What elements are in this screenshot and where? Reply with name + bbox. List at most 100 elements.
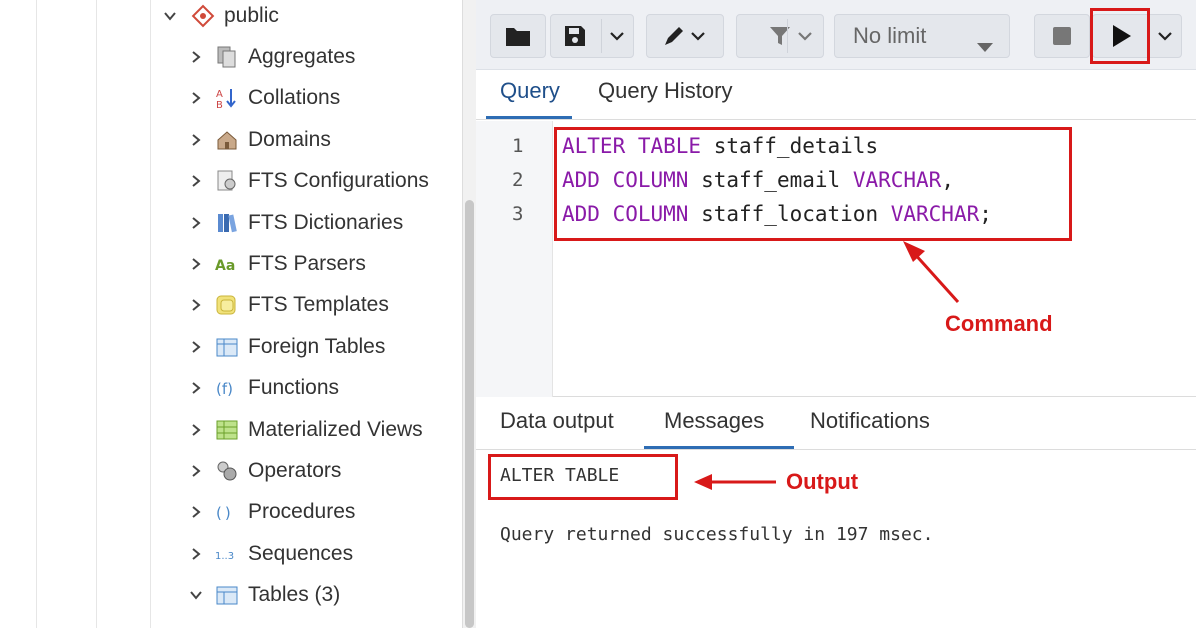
chevron-right-icon[interactable] — [186, 502, 206, 522]
divider — [787, 19, 788, 53]
filter-icon — [768, 24, 792, 48]
fts-templates-icon — [214, 292, 240, 318]
chevron-right-icon[interactable] — [186, 130, 206, 150]
tab-query-history[interactable]: Query History — [596, 78, 734, 104]
aggregates-icon — [214, 44, 240, 70]
chevron-down-icon[interactable] — [186, 585, 206, 605]
chevron-down-icon[interactable] — [609, 29, 625, 43]
chevron-down-icon[interactable] — [160, 6, 180, 26]
fts-configurations-icon — [214, 168, 240, 194]
chevron-right-icon[interactable] — [186, 544, 206, 564]
tab-query[interactable]: Query — [498, 78, 562, 104]
tree-node-label: Operators — [248, 459, 342, 482]
fts-parsers-icon: Aa — [214, 251, 240, 277]
tree-node-tables-3[interactable]: Tables (3) — [186, 577, 340, 613]
tab-data-output[interactable]: Data output — [500, 408, 614, 434]
filter-button[interactable] — [736, 14, 824, 58]
save-icon — [563, 24, 587, 48]
stop-icon — [1052, 26, 1072, 46]
tree-node-label: FTS Templates — [248, 293, 389, 317]
tree-node-fts-configurations[interactable]: FTS Configurations — [186, 163, 429, 199]
tree-node-sequences[interactable]: 1..3 Sequences — [186, 536, 353, 572]
operators-icon — [214, 458, 240, 484]
execute-highlight-box — [1090, 8, 1150, 64]
object-browser-tree: public Aggregates A B Collations Domains FTS … — [0, 0, 462, 628]
tree-node-foreign-tables[interactable]: Foreign Tables — [186, 329, 385, 365]
output-tabs: Data output Messages Notifications — [476, 398, 1196, 450]
edit-icon — [662, 24, 708, 48]
tree-scrollbar-thumb[interactable] — [465, 200, 474, 628]
tree-node-label: Sequences — [248, 541, 354, 565]
command-highlight-box — [554, 127, 1072, 241]
tab-notifications[interactable]: Notifications — [810, 408, 930, 434]
tree-guide-line — [36, 0, 37, 628]
query-tabs: Query Query History — [476, 70, 1196, 120]
edit-button[interactable] — [646, 14, 724, 58]
line-number-gutter: 1 2 3 — [476, 121, 553, 397]
query-toolbar: No limit — [476, 0, 1196, 70]
tab-messages[interactable]: Messages — [664, 408, 764, 434]
tree-node-materialized-views[interactable]: Materialized Views — [186, 412, 423, 448]
tree-node-fts-dictionaries[interactable]: FTS Dictionaries — [186, 205, 403, 241]
save-button[interactable] — [550, 14, 634, 58]
divider — [601, 19, 602, 53]
tree-node-domains[interactable]: Domains — [186, 122, 331, 158]
tree-node-label: FTS Dictionaries — [248, 210, 404, 234]
chevron-right-icon[interactable] — [186, 420, 206, 440]
tree-node-fts-parsers[interactable]: Aa FTS Parsers — [186, 246, 366, 282]
tree-node-label: FTS Configurations — [248, 169, 429, 193]
tree-node-label: Procedures — [248, 500, 356, 524]
materialized-views-icon — [214, 417, 240, 443]
chevron-right-icon[interactable] — [186, 337, 206, 357]
tree-node-label: Domains — [248, 127, 331, 151]
svg-text:( ): ( ) — [216, 504, 231, 522]
chevron-down-icon[interactable] — [797, 29, 813, 43]
schema-icon — [190, 3, 216, 29]
chevron-right-icon[interactable] — [186, 378, 206, 398]
tree-node-operators[interactable]: Operators — [186, 453, 341, 489]
active-tab-indicator — [644, 446, 794, 449]
fts-dictionaries-icon — [214, 210, 240, 236]
tree-node-label: public — [224, 4, 279, 27]
chevron-down-icon[interactable] — [1157, 29, 1173, 43]
stop-button[interactable] — [1034, 14, 1090, 58]
chevron-right-icon[interactable] — [186, 171, 206, 191]
functions-icon: (f) — [214, 375, 240, 401]
row-limit-select[interactable]: No limit — [834, 14, 1010, 58]
output-highlight-box — [488, 454, 678, 500]
query-tool-panel: No limit Query Query History 1 2 3 ALTER… — [476, 0, 1196, 628]
tree-node-collations[interactable]: A B Collations — [186, 80, 340, 116]
tree-node-label: FTS Parsers — [248, 252, 366, 275]
tree-node-label: Functions — [248, 376, 340, 400]
line-number: 1 — [512, 135, 524, 157]
tree-scrollbar[interactable] — [462, 0, 476, 628]
tree-node-label: Tables (3) — [248, 583, 341, 607]
open-file-button[interactable] — [490, 14, 546, 58]
chevron-right-icon[interactable] — [186, 213, 206, 233]
chevron-right-icon[interactable] — [186, 88, 206, 108]
sql-editor[interactable]: 1 2 3 ALTER TABLE staff_details ADD COLU… — [476, 121, 1196, 397]
tree-node-aggregates[interactable]: Aggregates — [186, 39, 355, 75]
chevron-right-icon[interactable] — [186, 47, 206, 67]
line-number: 2 — [512, 169, 524, 191]
tree-node-label: Collations — [248, 86, 341, 110]
svg-text:(f): (f) — [216, 380, 233, 398]
output-annotation: Output — [786, 469, 859, 494]
tree-node-fts-templates[interactable]: FTS Templates — [186, 287, 389, 323]
tree-node-procedures[interactable]: ( ) Procedures — [186, 494, 355, 530]
svg-text:A: A — [216, 89, 223, 100]
messages-panel: ALTER TABLE Output Query returned succes… — [476, 451, 1196, 628]
sequences-icon: 1..3 — [214, 541, 240, 567]
chevron-right-icon[interactable] — [186, 254, 206, 274]
tree-node-functions[interactable]: (f) Functions — [186, 370, 339, 406]
open-file-icon — [505, 25, 531, 47]
line-number: 3 — [512, 203, 524, 225]
tables-icon — [214, 582, 240, 608]
caret-down-icon — [977, 33, 993, 59]
chevron-right-icon[interactable] — [186, 295, 206, 315]
chevron-right-icon[interactable] — [186, 461, 206, 481]
domains-icon — [214, 127, 240, 153]
active-tab-indicator — [486, 116, 572, 119]
tree-node-public[interactable]: public — [160, 0, 279, 34]
tree-node-label: Foreign Tables — [248, 334, 386, 358]
